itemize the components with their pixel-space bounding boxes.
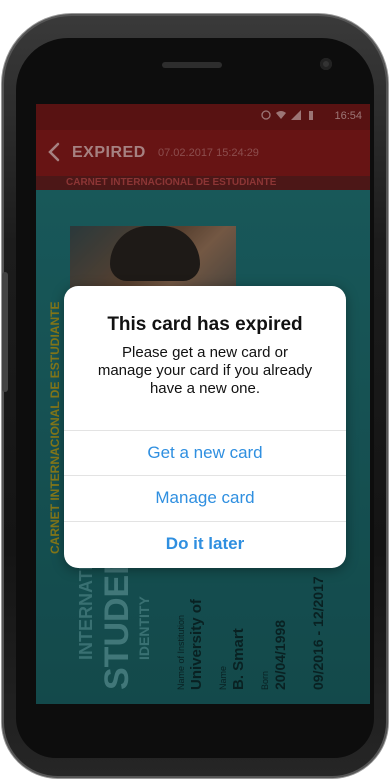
expired-dialog: This card has expired Please get a new c…: [64, 286, 346, 568]
dialog-divider: [64, 475, 346, 476]
dialog-divider: [64, 521, 346, 522]
manage-card-button[interactable]: Manage card: [64, 477, 346, 519]
front-camera-icon: [320, 58, 332, 70]
phone-chin: [36, 704, 370, 744]
earpiece-speaker: [162, 62, 222, 68]
dialog-title: This card has expired: [107, 314, 303, 335]
do-it-later-button[interactable]: Do it later: [64, 523, 346, 565]
get-new-card-button[interactable]: Get a new card: [64, 432, 346, 474]
dialog-divider: [64, 430, 346, 431]
volume-key: [2, 272, 8, 392]
dialog-message: Please get a new card or manage your car…: [97, 344, 313, 397]
